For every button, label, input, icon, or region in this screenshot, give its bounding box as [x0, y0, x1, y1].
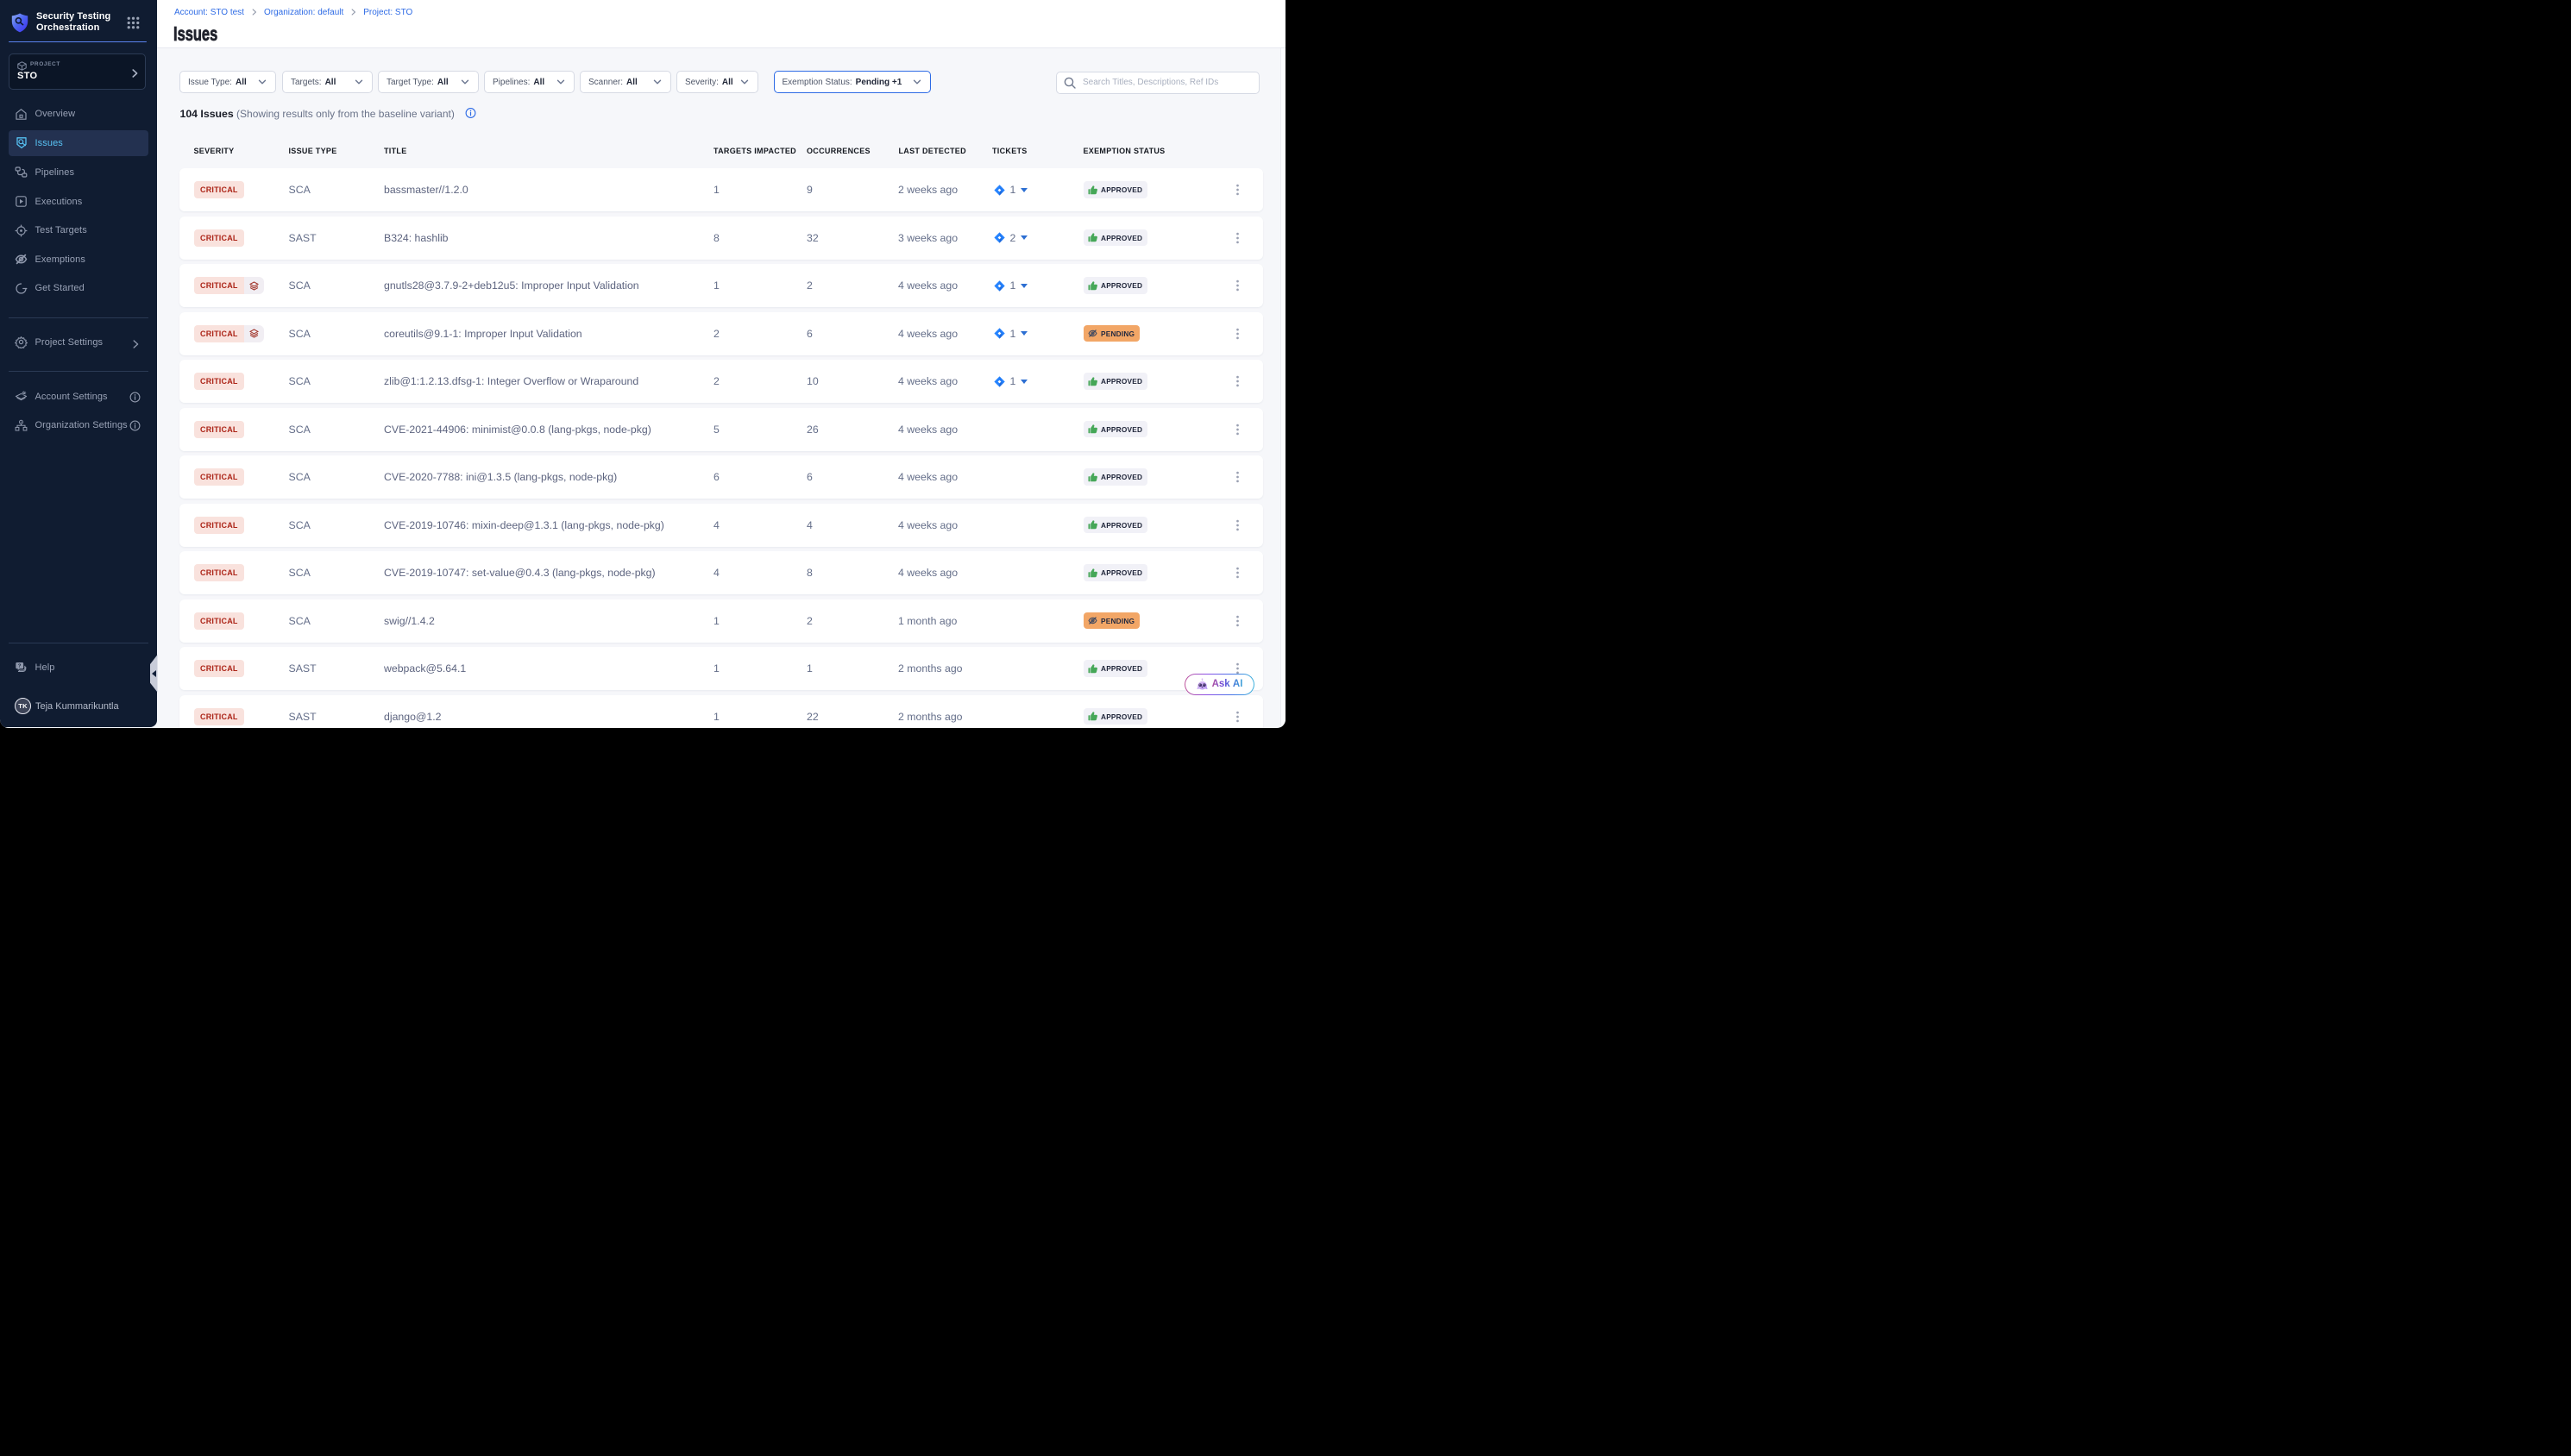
svg-text:?: ?	[18, 663, 22, 668]
